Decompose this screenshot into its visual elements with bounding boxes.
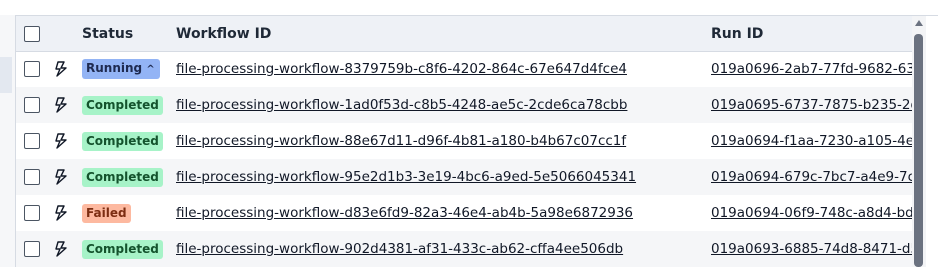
right-edge — [926, 16, 938, 267]
row-checkbox[interactable] — [24, 97, 40, 113]
status-badge: Completed — [82, 95, 163, 115]
workflow-id-link[interactable]: file-processing-workflow-d83e6fd9-82a3-4… — [176, 205, 633, 221]
status-badge: Failed — [82, 203, 131, 223]
status-column-header[interactable]: Status — [82, 16, 172, 51]
table-row[interactable]: Failed file-processing-workflow-d83e6fd9-… — [16, 195, 912, 231]
left-panel-selection — [0, 57, 12, 93]
lightning-bolt-icon — [55, 97, 67, 113]
run-id-link[interactable]: 019a0696-2ab7-77fd-9682-631c — [711, 61, 912, 77]
workflows-table: Status Workflow ID Run ID Running ^ file-… — [16, 16, 912, 267]
top-bar — [0, 0, 938, 16]
table-row[interactable]: Completed file-processing-workflow-1ad0f5… — [16, 87, 912, 123]
run-id-link[interactable]: 019a0694-f1aa-7230-a105-4eeb — [711, 133, 912, 149]
table-row[interactable]: Completed file-processing-workflow-95e2d1… — [16, 159, 912, 195]
row-checkbox[interactable] — [24, 205, 40, 221]
row-checkbox[interactable] — [24, 61, 40, 77]
workflow-id-link[interactable]: file-processing-workflow-1ad0f53d-c8b5-4… — [176, 97, 627, 113]
status-badge: Completed — [82, 167, 163, 187]
status-badge: Completed — [82, 239, 163, 259]
workflow-id-link[interactable]: file-processing-workflow-8379759b-c8f6-4… — [176, 61, 627, 77]
table-row[interactable]: Completed file-processing-workflow-88e67d… — [16, 123, 912, 159]
run-id-column-header[interactable]: Run ID — [711, 16, 912, 51]
status-badge: Running ^ — [82, 59, 160, 79]
lightning-bolt-icon — [55, 61, 67, 77]
lightning-bolt-icon — [55, 169, 67, 185]
select-all-checkbox[interactable] — [24, 25, 40, 42]
table-header: Status Workflow ID Run ID — [16, 16, 912, 52]
vertical-scrollbar[interactable] — [912, 16, 926, 267]
status-badge: Completed — [82, 131, 163, 151]
workflow-id-column-header[interactable]: Workflow ID — [176, 16, 706, 51]
scroll-up-arrow-icon[interactable] — [915, 20, 923, 26]
run-id-link[interactable]: 019a0695-6737-7875-b235-2d8 — [711, 97, 912, 113]
lightning-bolt-icon — [55, 241, 67, 257]
row-checkbox[interactable] — [24, 133, 40, 149]
lightning-bolt-icon — [55, 205, 67, 221]
table-row[interactable]: Running ^ file-processing-workflow-837975… — [16, 51, 912, 87]
lightning-bolt-icon — [55, 133, 67, 149]
run-id-link[interactable]: 019a0694-06f9-748c-a8d4-bd48 — [711, 205, 912, 221]
left-panel-edge — [0, 15, 16, 267]
table-row[interactable]: Completed file-processing-workflow-902d43… — [16, 231, 912, 267]
workflow-id-link[interactable]: file-processing-workflow-902d4381-af31-4… — [176, 241, 623, 257]
scrollbar-thumb[interactable] — [914, 34, 923, 267]
row-checkbox[interactable] — [24, 169, 40, 185]
chevron-up-icon: ^ — [146, 64, 155, 75]
run-id-link[interactable]: 019a0694-679c-7bc7-a4e9-7c95 — [711, 169, 912, 185]
row-checkbox[interactable] — [24, 241, 40, 257]
workflow-id-link[interactable]: file-processing-workflow-95e2d1b3-3e19-4… — [176, 169, 636, 185]
run-id-link[interactable]: 019a0693-6885-74d8-8471-d58 — [711, 241, 912, 257]
workflow-id-link[interactable]: file-processing-workflow-88e67d11-d96f-4… — [176, 133, 626, 149]
